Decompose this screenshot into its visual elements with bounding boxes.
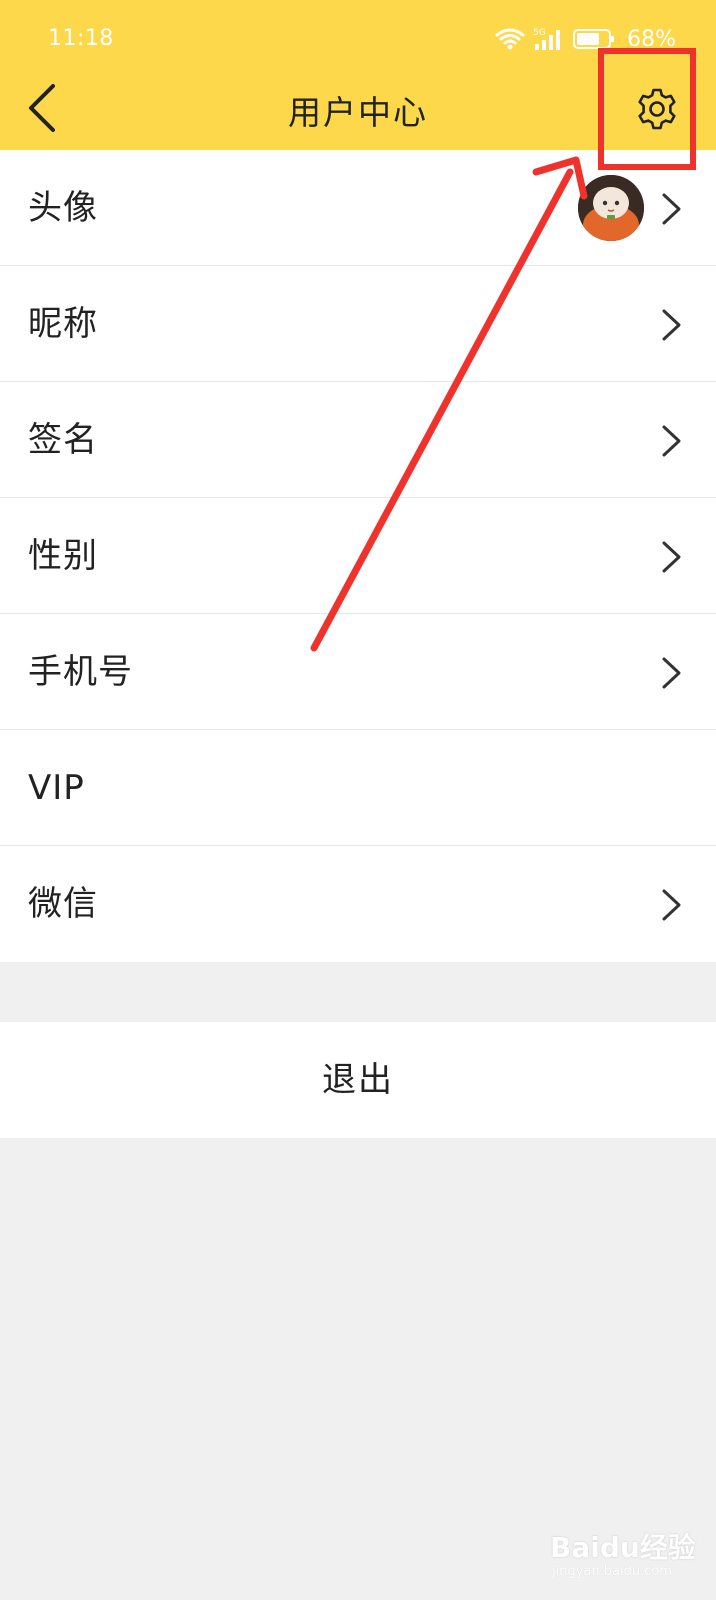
list-item-vip: VIP (0, 730, 716, 846)
chevron-right-icon (660, 540, 684, 574)
list-item-label: 手机号 (28, 652, 133, 692)
gear-icon (635, 87, 679, 135)
list-item-label: 昵称 (28, 304, 98, 344)
list-item-label: 性别 (28, 536, 98, 576)
list-item-avatar[interactable]: 头像 (0, 150, 716, 266)
page-title: 用户中心 (288, 93, 428, 132)
list-item-label: 头像 (28, 188, 98, 228)
settings-button[interactable] (632, 86, 682, 136)
chevron-right-icon (660, 308, 684, 342)
list-item-nickname[interactable]: 昵称 (0, 266, 716, 382)
list-item-label: VIP (28, 768, 85, 808)
watermark: Baidu经验 jingyan.baidu.com (550, 1520, 700, 1590)
avatar (578, 175, 644, 241)
svg-text:5G: 5G (533, 28, 546, 38)
chevron-right-icon (660, 888, 684, 922)
list-item-wechat[interactable]: 微信 (0, 846, 716, 962)
list-item-label: 签名 (28, 420, 98, 460)
battery-percentage: 68% (627, 26, 676, 52)
cellular-signal-icon: 5G (533, 26, 565, 52)
logout-button[interactable]: 退出 (0, 1022, 716, 1138)
wifi-icon (495, 27, 525, 51)
list-item-label: 微信 (28, 884, 98, 924)
list-item-phone[interactable]: 手机号 (0, 614, 716, 730)
status-icons: 5G 68% (495, 24, 676, 54)
watermark-brand: Baidu经验 (550, 1531, 696, 1564)
profile-settings-list: 头像 昵称 签名 性别 手机号 VIP 微信 (0, 150, 716, 962)
list-item-gender[interactable]: 性别 (0, 498, 716, 614)
chevron-right-icon (660, 656, 684, 690)
watermark-url: jingyan.baidu.com (552, 1564, 672, 1579)
top-app-bar: 11:18 5G 68% 用户中心 (0, 0, 716, 150)
chevron-right-icon (660, 192, 684, 226)
battery-icon (573, 28, 615, 50)
status-time: 11:18 (48, 26, 114, 51)
chevron-right-icon (660, 424, 684, 458)
list-item-signature[interactable]: 签名 (0, 382, 716, 498)
user-center-screen: 11:18 5G 68% 用户中心 头像 昵称 签名 性别 手机号 VIP 微信… (0, 0, 716, 1600)
